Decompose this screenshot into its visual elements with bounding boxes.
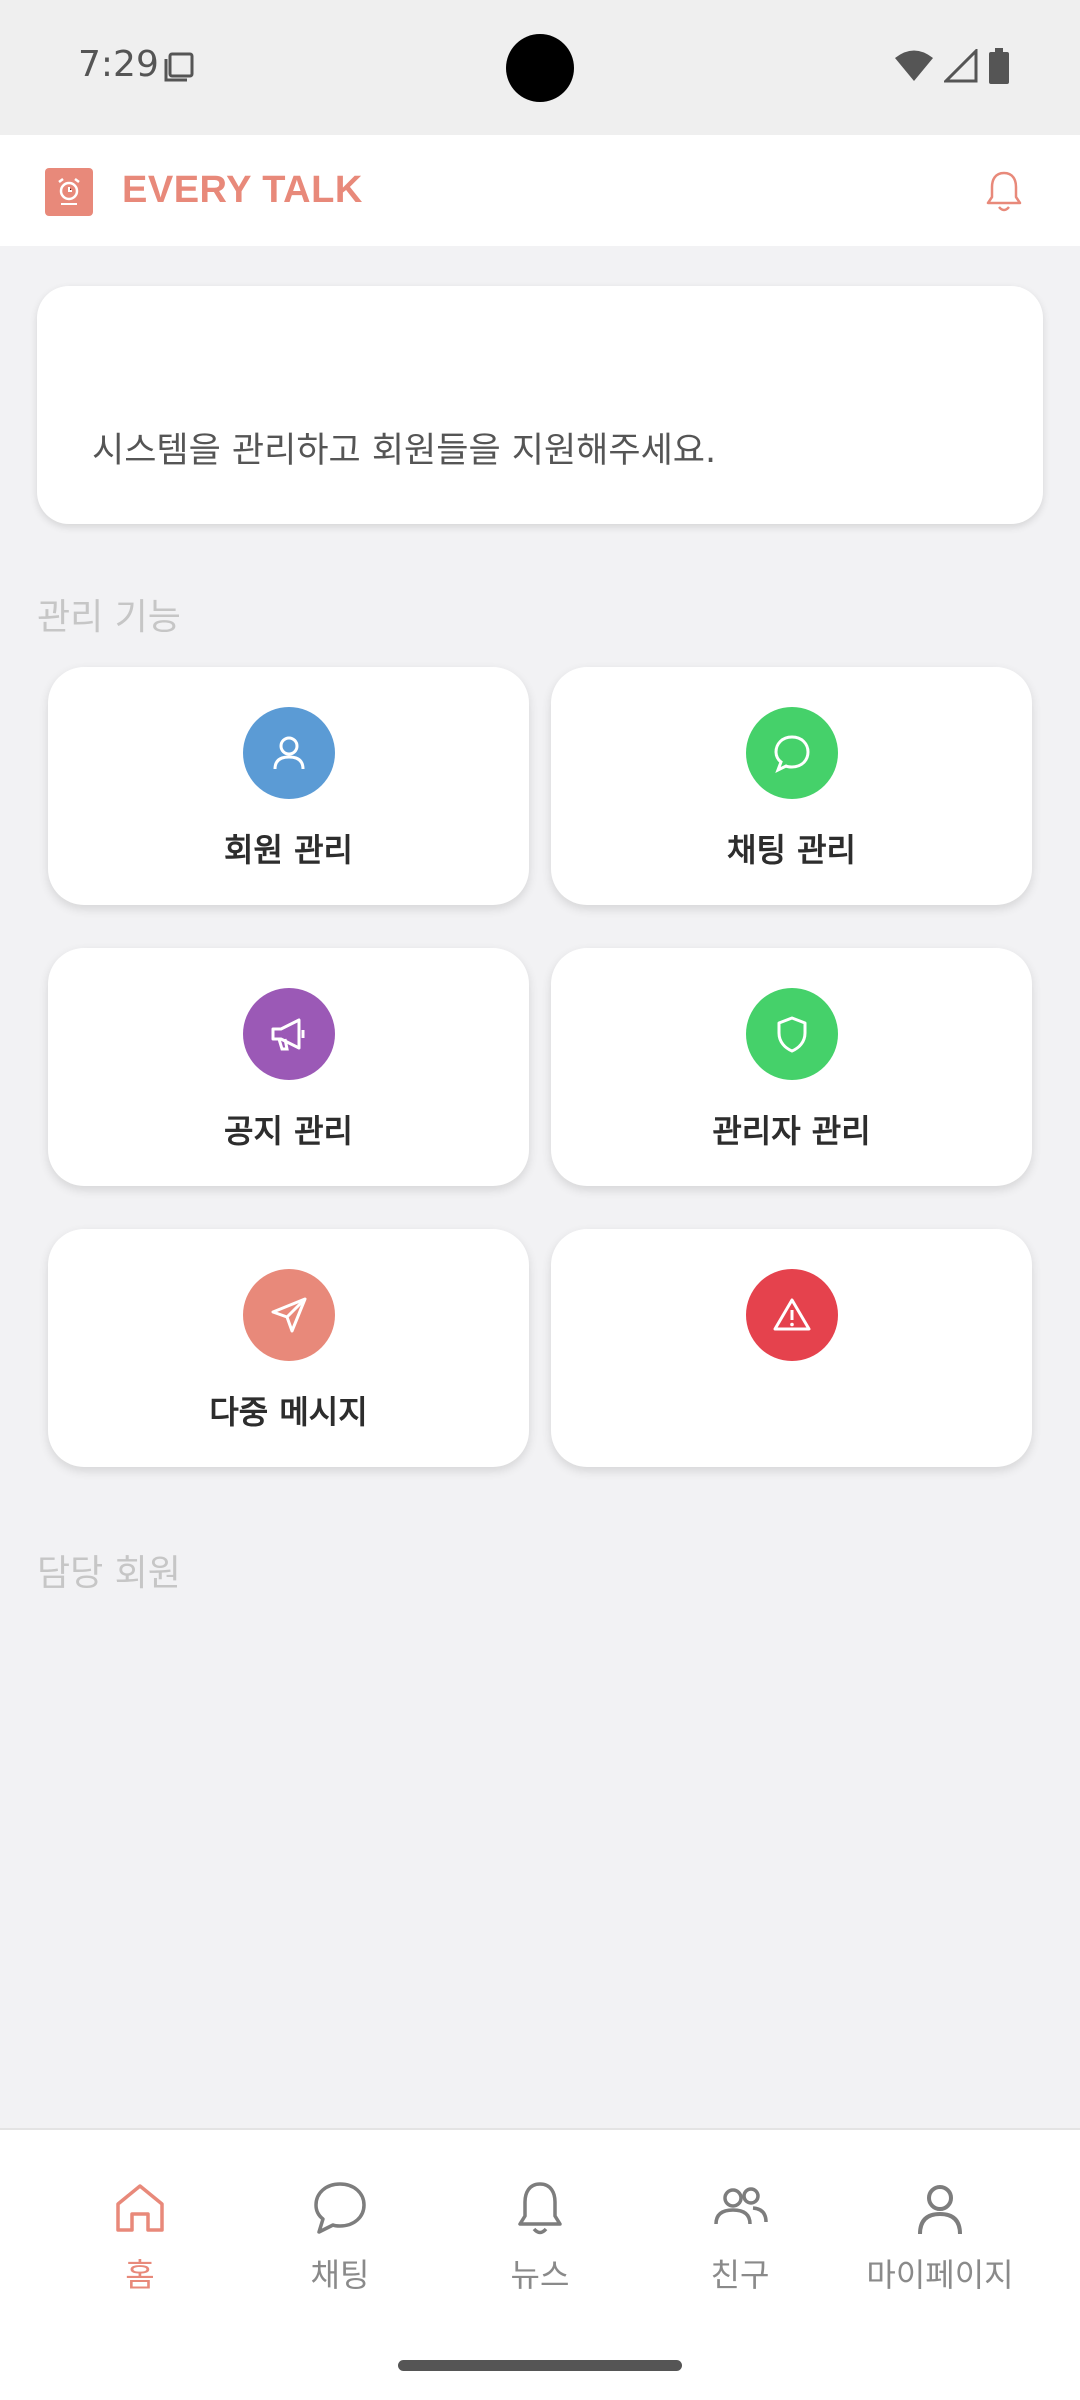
bell-icon [518,2182,562,2235]
status-icons [894,48,1010,84]
nav-label: 홈 [125,2256,155,2294]
admin-management-tile[interactable]: 관리자 관리 [551,948,1032,1186]
screenshot-notification-icon [164,52,194,82]
chat-management-tile[interactable]: 채팅 관리 [551,667,1032,905]
warning-icon [746,1269,838,1361]
welcome-message: 시스템을 관리하고 회원들을 지원해주세요. [92,431,717,471]
nav-label: 채팅 [310,2256,370,2294]
person-icon [918,2185,962,2235]
nav-label: 마이페이지 [866,2256,1014,2294]
tile-label: 다중 메시지 [209,1393,368,1431]
battery-icon [989,48,1009,84]
nav-label: 친구 [710,2256,770,2294]
app-logo [45,168,93,216]
user-icon [243,707,335,799]
megaphone-icon [243,988,335,1080]
tile-label: 관리자 관리 [712,1112,871,1150]
notification-bell-icon[interactable] [978,165,1030,217]
status-bar: 7:29 [0,0,1080,135]
chat-icon [314,2182,366,2234]
cell-signal-icon [944,49,978,83]
send-icon [243,1269,335,1361]
home-indicator[interactable] [398,2360,682,2371]
warning-tile[interactable] [551,1229,1032,1467]
tile-label: 회원 관리 [224,831,353,869]
notice-management-tile[interactable]: 공지 관리 [48,948,529,1186]
welcome-card: 시스템을 관리하고 회원들을 지원해주세요. [37,286,1043,524]
tile-label: 공지 관리 [224,1112,353,1150]
tile-label: 채팅 관리 [727,831,856,869]
app-title: EVERY TALK [122,169,363,211]
home-icon [116,2184,164,2232]
member-management-tile[interactable]: 회원 관리 [48,667,529,905]
friends-icon [714,2187,768,2225]
nav-mypage[interactable]: 마이페이지 [840,2176,1040,2316]
chat-bubble-icon [746,707,838,799]
alarm-clock-logo-icon [58,178,80,205]
management-section-title: 관리 기능 [37,597,181,638]
camera-cutout [506,34,574,102]
nav-friends[interactable]: 친구 [640,2176,840,2316]
nav-label: 뉴스 [510,2256,570,2294]
wifi-icon [895,50,933,81]
multi-message-tile[interactable]: 다중 메시지 [48,1229,529,1467]
nav-home[interactable]: 홈 [40,2176,240,2316]
nav-news[interactable]: 뉴스 [440,2176,640,2316]
nav-chat[interactable]: 채팅 [240,2176,440,2316]
status-time: 7:29 [78,44,159,85]
shield-icon [746,988,838,1080]
assigned-members-section-title: 담당 회원 [37,1553,181,1594]
app-header: EVERY TALK [0,135,1080,246]
